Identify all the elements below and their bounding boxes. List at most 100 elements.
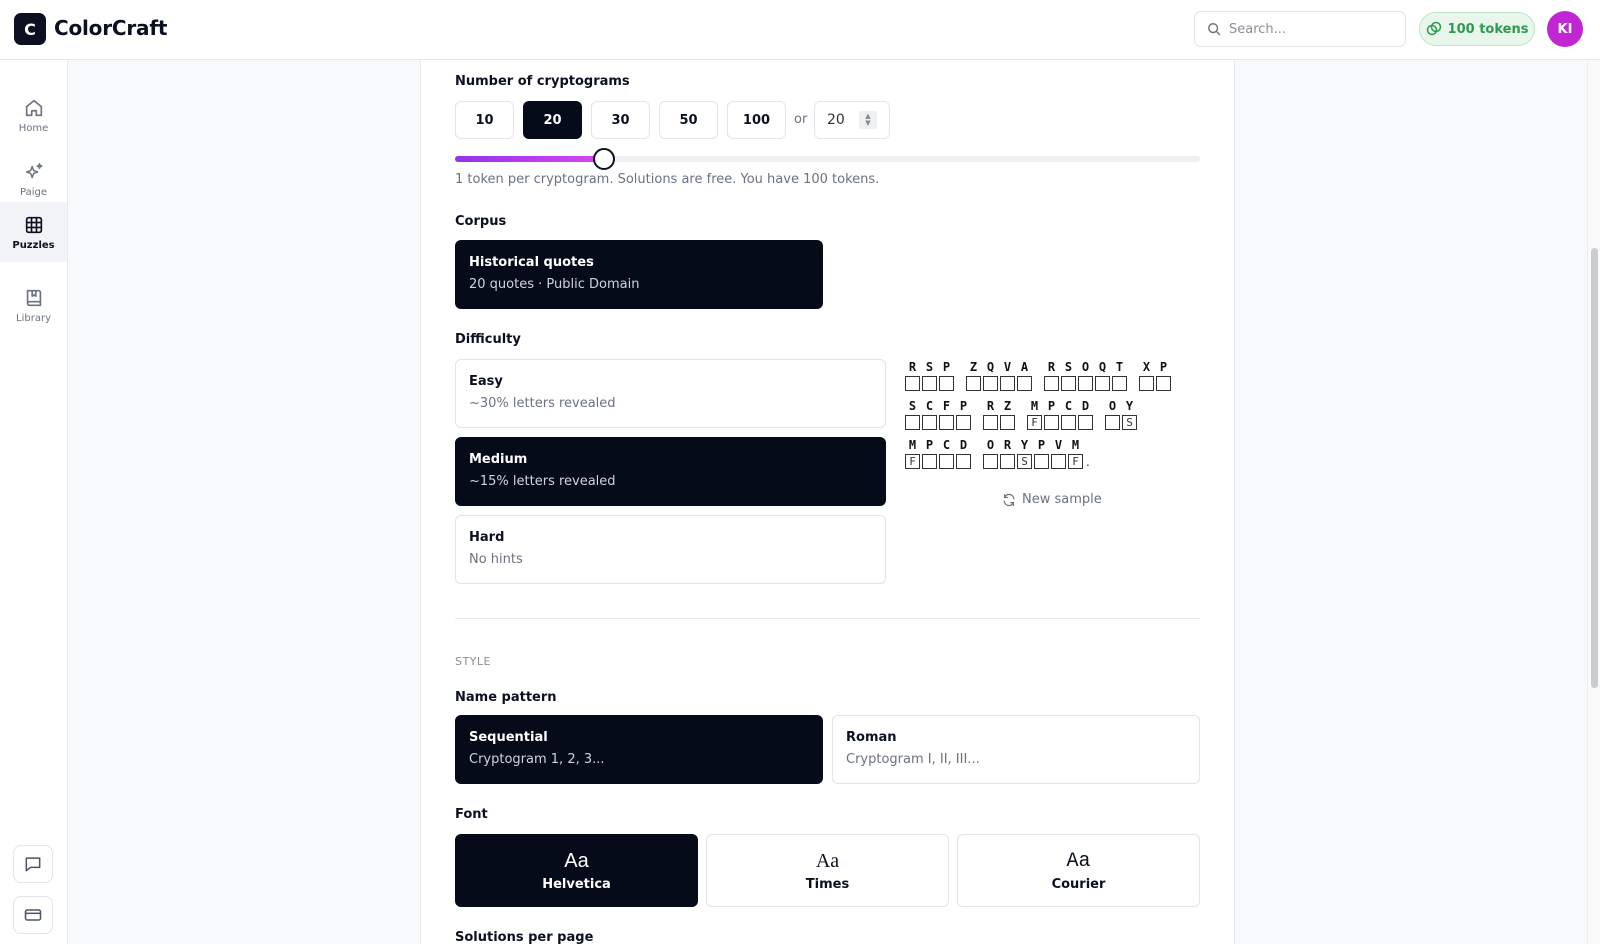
cryptogram-cell: Q (982, 360, 999, 391)
sidebar-item-library[interactable]: Library (0, 275, 67, 335)
corpus-option-historical-quotes[interactable]: Historical quotes 20 quotes · Public Dom… (455, 240, 823, 309)
cryptogram-word: MFPCD (1026, 399, 1094, 430)
tokens-badge[interactable]: 100 tokens (1419, 12, 1535, 46)
count-stepper[interactable]: ▲ ▼ (859, 111, 877, 129)
difficulty-option-medium[interactable]: Medium ~15% letters revealed (455, 437, 886, 506)
cryptogram-line: RSPZQVARSOQTXP (904, 360, 1204, 391)
search-box[interactable] (1194, 11, 1406, 47)
difficulty-option-easy[interactable]: Easy ~30% letters revealed (455, 359, 886, 428)
cipher-letter: R (986, 399, 995, 413)
app-logo[interactable]: C (14, 13, 46, 45)
count-option-30[interactable]: 30 (591, 101, 650, 139)
difficulty-subtitle: ~30% letters revealed (469, 396, 616, 411)
cryptogram-cell: S (921, 360, 938, 391)
count-option-10[interactable]: 10 (455, 101, 514, 139)
font-name: Courier (1051, 876, 1106, 892)
count-option-50[interactable]: 50 (659, 101, 718, 139)
font-option-times[interactable]: Aa Times (706, 834, 949, 907)
book-icon (26, 289, 41, 306)
sidebar-item-label: Puzzles (12, 239, 55, 251)
cipher-letter: P (959, 399, 968, 413)
answer-box: F (1068, 454, 1083, 469)
name-pattern-option-roman[interactable]: Roman Cryptogram I, II, III... (832, 715, 1200, 784)
cipher-letter: O (986, 438, 995, 452)
font-name: Helvetica (542, 876, 611, 892)
count-option-20[interactable]: 20 (523, 101, 582, 139)
cipher-letter: D (959, 438, 968, 452)
cryptogram-cell: S (904, 399, 921, 430)
answer-box (983, 376, 998, 391)
name-pattern-title: Roman (846, 730, 897, 745)
difficulty-label: Difficulty (455, 332, 521, 347)
search-input[interactable] (1229, 21, 1389, 37)
credit-card-icon (24, 909, 42, 921)
sidebar-item-label: Paige (20, 186, 47, 198)
answer-box (1105, 415, 1120, 430)
cryptogram-cell: X (1138, 360, 1155, 391)
font-option-courier[interactable]: Aa Courier (957, 834, 1200, 907)
sidebar: Home Paige Puzzles Library (0, 60, 68, 944)
answer-box (1051, 454, 1066, 469)
cipher-letter: S (908, 399, 917, 413)
difficulty-subtitle: ~15% letters revealed (469, 474, 616, 489)
chat-button[interactable] (13, 845, 53, 883)
punctuation: . (1086, 455, 1090, 469)
answer-box (1000, 415, 1015, 430)
cryptogram-word: MFPCD (904, 438, 972, 469)
cryptogram-word: SCFP (904, 399, 972, 430)
home-icon (25, 99, 42, 116)
style-section-label: STYLE (455, 655, 491, 668)
cryptogram-word: ORYSPVMF. (982, 438, 1090, 469)
cipher-letter: X (1142, 360, 1151, 374)
sidebar-item-label: Library (16, 312, 51, 324)
count-slider[interactable] (455, 148, 1200, 170)
font-option-helvetica[interactable]: Aa Helvetica (455, 834, 698, 907)
answer-box (983, 454, 998, 469)
count-hint: 1 token per cryptogram. Solutions are fr… (455, 172, 880, 187)
cipher-letter: R (1047, 360, 1056, 374)
new-sample-button[interactable]: New sample (1002, 492, 1102, 507)
name-pattern-title: Sequential (469, 730, 548, 745)
cryptogram-cell: Z (999, 399, 1016, 430)
cipher-letter: Y (1020, 438, 1029, 452)
difficulty-option-hard[interactable]: Hard No hints (455, 515, 886, 584)
cryptogram-word: ZQVA (965, 360, 1033, 391)
count-option-100[interactable]: 100 (727, 101, 786, 139)
billing-button[interactable] (13, 896, 53, 934)
cipher-letter: O (1108, 399, 1117, 413)
name-pattern-option-sequential[interactable]: Sequential Cryptogram 1, 2, 3... (455, 715, 823, 784)
count-number-input[interactable]: 20 ▲ ▼ (814, 101, 890, 139)
answer-box (905, 415, 920, 430)
section-divider (455, 618, 1200, 619)
cryptogram-word: RSP (904, 360, 955, 391)
answer-box (922, 454, 937, 469)
cryptogram-word: XP (1138, 360, 1172, 391)
cryptogram-cell: C (921, 399, 938, 430)
cryptogram-cell: Q (1094, 360, 1111, 391)
cryptogram-cell: MF (904, 438, 921, 469)
sidebar-item-label: Home (18, 122, 49, 134)
scrollbar-thumb[interactable] (1591, 248, 1598, 688)
sidebar-item-puzzles[interactable]: Puzzles (0, 202, 67, 262)
slider-thumb[interactable] (593, 148, 615, 170)
cipher-letter: R (908, 360, 917, 374)
sidebar-item-paige[interactable]: Paige (0, 149, 67, 209)
cryptogram-cell: C (938, 438, 955, 469)
answer-box (1000, 376, 1015, 391)
cryptogram-cell: T (1111, 360, 1128, 391)
answer-box (1139, 376, 1154, 391)
cipher-letter: D (1081, 399, 1090, 413)
cryptogram-word: RSOQT (1043, 360, 1128, 391)
sidebar-item-home[interactable]: Home (0, 85, 67, 145)
avatar[interactable]: KI (1547, 11, 1583, 47)
cipher-letter: Y (1125, 399, 1134, 413)
answer-box (1156, 376, 1171, 391)
cipher-letter: S (1064, 360, 1073, 374)
page-scrollbar[interactable] (1587, 60, 1600, 944)
cipher-letter: T (1115, 360, 1124, 374)
answer-box (939, 376, 954, 391)
cipher-letter: P (942, 360, 951, 374)
cryptogram-line: SCFP RZ MFPCD OY S (904, 399, 1204, 430)
answer-box (1061, 376, 1076, 391)
font-name: Times (805, 876, 850, 892)
